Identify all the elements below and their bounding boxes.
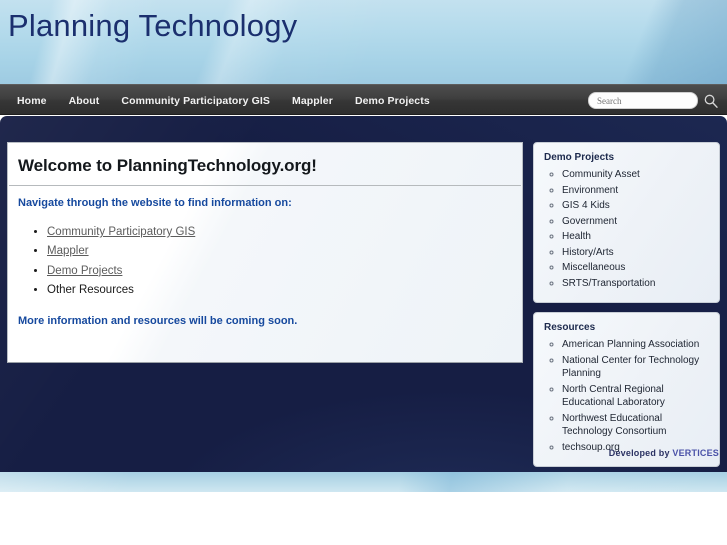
widget-resources: Resources American Planning Association … xyxy=(533,312,720,467)
closing-text: More information and resources will be c… xyxy=(18,314,298,327)
nav-item-home[interactable]: Home xyxy=(17,95,47,107)
main-content-card: Welcome to PlanningTechnology.org! Navig… xyxy=(7,142,523,363)
site-banner: Planning Technology xyxy=(0,0,727,84)
footer-credit: Developed by VERTICES xyxy=(609,448,719,458)
search-input[interactable] xyxy=(588,92,698,109)
list-item-other-resources: Other Resources xyxy=(47,283,508,297)
sidebar-item-environment[interactable]: Environment xyxy=(562,184,713,198)
link-mappler[interactable]: Mappler xyxy=(47,245,89,257)
intro-text: Navigate through the website to find inf… xyxy=(18,197,292,209)
widget-title-demo-projects: Demo Projects xyxy=(544,152,615,163)
sidebar-item-srts-transportation[interactable]: SRTS/Transportation xyxy=(562,277,713,291)
content-shell: Welcome to PlanningTechnology.org! Navig… xyxy=(0,116,727,472)
footer-credit-brand[interactable]: VERTICES xyxy=(672,448,719,458)
page-title: Welcome to PlanningTechnology.org! xyxy=(18,156,317,175)
sidebar-item-history-arts[interactable]: History/Arts xyxy=(562,246,713,260)
list-item: Mappler xyxy=(47,244,508,258)
sidebar-item-community-asset[interactable]: Community Asset xyxy=(562,168,713,182)
navigation-link-list: Community Participatory GIS Mappler Demo… xyxy=(18,225,508,298)
footer-credit-prefix: Developed by xyxy=(608,448,673,458)
nav-item-demo-projects[interactable]: Demo Projects xyxy=(355,95,430,107)
footer-white-area xyxy=(0,492,727,545)
sidebar-item-northwest-educational-technology-consortium[interactable]: Northwest Educational Technology Consort… xyxy=(562,412,713,439)
site-title: Planning Technology xyxy=(8,8,298,43)
sidebar-item-government[interactable]: Government xyxy=(562,215,713,229)
link-community-participatory-gis[interactable]: Community Participatory GIS xyxy=(47,226,195,238)
sidebar-item-national-center-for-technology-planning[interactable]: National Center for Technology Planning xyxy=(562,354,713,381)
link-demo-projects[interactable]: Demo Projects xyxy=(47,265,122,277)
sidebar-item-gis-4-kids[interactable]: GIS 4 Kids xyxy=(562,199,713,213)
primary-navigation: Home About Community Participatory GIS M… xyxy=(0,84,727,115)
nav-item-community-participatory-gis[interactable]: Community Participatory GIS xyxy=(121,95,270,107)
sidebar: Demo Projects Community Asset Environmen… xyxy=(533,142,720,476)
main-body: Navigate through the website to find inf… xyxy=(8,186,522,327)
widget-demo-projects: Demo Projects Community Asset Environmen… xyxy=(533,142,720,303)
nav-item-list: Home About Community Participatory GIS M… xyxy=(17,85,430,116)
list-item: Demo Projects xyxy=(47,264,508,278)
list-item: Community Participatory GIS xyxy=(47,225,508,239)
sidebar-item-american-planning-association[interactable]: American Planning Association xyxy=(562,338,713,352)
page-root: Planning Technology Home About Community… xyxy=(0,0,727,545)
widget-list-resources: American Planning Association National C… xyxy=(540,338,713,454)
search-icon[interactable] xyxy=(703,93,719,109)
nav-item-mappler[interactable]: Mappler xyxy=(292,95,333,107)
sidebar-item-north-central-regional-educational-laboratory[interactable]: North Central Regional Educational Labor… xyxy=(562,383,713,410)
widget-list-demo-projects: Community Asset Environment GIS 4 Kids G… xyxy=(540,168,713,290)
nav-item-about[interactable]: About xyxy=(69,95,100,107)
widget-title-resources: Resources xyxy=(544,322,596,333)
search-area xyxy=(588,85,719,116)
sidebar-item-health[interactable]: Health xyxy=(562,230,713,244)
sidebar-item-miscellaneous[interactable]: Miscellaneous xyxy=(562,261,713,275)
